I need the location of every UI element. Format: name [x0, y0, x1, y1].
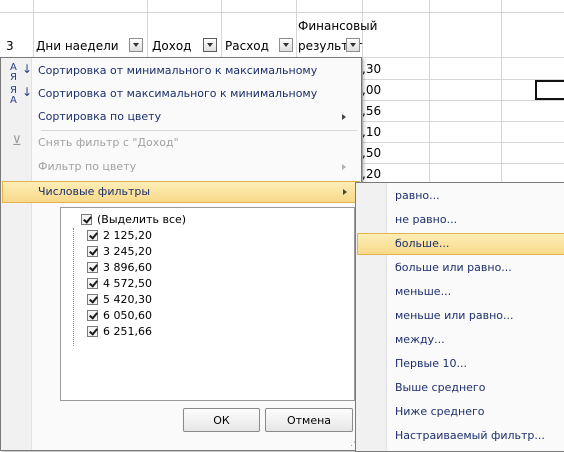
submenu-label: между...: [395, 333, 445, 346]
arrow-down-icon: ↓: [22, 85, 33, 99]
cell-value[interactable]: ,20: [362, 166, 381, 180]
menu-label: Сортировка по цвету: [38, 110, 162, 123]
grid-line: [33, 0, 34, 57]
grid-line: [360, 79, 564, 80]
checkbox-checked[interactable]: [81, 214, 92, 225]
submenu-item-between[interactable]: между...: [357, 329, 563, 351]
cell-value[interactable]: ,56: [362, 103, 381, 119]
checklist-label: 3 245,20: [103, 245, 152, 258]
values-checklist: (Выделить все) 2 125,20 3 245,20 3 896,6…: [60, 207, 355, 401]
grid-line: [360, 163, 564, 164]
submenu-arrow-icon: [342, 114, 346, 120]
cancel-button[interactable]: Отмена: [265, 408, 353, 432]
checklist-label: 5 420,30: [103, 293, 152, 306]
submenu-label: Первые 10...: [395, 357, 467, 370]
sort-descending-icon: ЯА: [10, 85, 17, 106]
submenu-item-greater-or-equal[interactable]: больше или равно...: [357, 257, 563, 279]
checkbox-checked[interactable]: [87, 246, 98, 257]
ok-button[interactable]: ОК: [183, 408, 260, 432]
submenu-label: Ниже среднего: [395, 405, 485, 418]
arrow-down-icon: ↓: [22, 62, 33, 76]
submenu-label: меньше...: [395, 285, 452, 298]
checkbox-checked[interactable]: [87, 310, 98, 321]
menu-sort-descending[interactable]: ЯА ↓ Сортировка от максимального к миним…: [2, 83, 358, 106]
submenu-arrow-icon: [342, 164, 346, 170]
submenu-label: больше или равно...: [395, 261, 512, 274]
submenu-label: Настраиваемый фильтр...: [395, 429, 545, 442]
checkbox-checked[interactable]: [87, 262, 98, 273]
submenu-label: равно...: [395, 189, 440, 202]
submenu-item-less-or-equal[interactable]: меньше или равно...: [357, 305, 563, 327]
header-days: Дни наедели: [36, 39, 119, 53]
header-expense: Расход: [225, 39, 269, 53]
menu-clear-filter[interactable]: ⊻ Снять фильтр с "Доход": [2, 132, 358, 154]
menu-sort-by-color[interactable]: Сортировка по цвету: [2, 106, 358, 128]
filter-dropdown-income[interactable]: [203, 38, 217, 52]
grid-line: [0, 12, 564, 13]
submenu-item-top-10[interactable]: Первые 10...: [357, 353, 563, 375]
header-result-line1: Финансовый: [298, 19, 378, 33]
grid-line: [501, 0, 502, 182]
sort-ascending-icon: АЯ: [10, 62, 17, 83]
grid-line: [429, 0, 430, 182]
checklist-label: 6 251,66: [103, 325, 152, 338]
submenu-item-not-equals[interactable]: не равно...: [357, 209, 563, 231]
checkbox-checked[interactable]: [87, 294, 98, 305]
menu-filter-by-color[interactable]: Фильтр по цвету: [2, 156, 358, 178]
cell-value[interactable]: ,50: [362, 145, 381, 161]
submenu-label: меньше или равно...: [395, 309, 514, 322]
submenu-item-less[interactable]: меньше...: [357, 281, 563, 303]
menu-sort-ascending[interactable]: АЯ ↓ Сортировка от минимального к максим…: [2, 60, 358, 83]
grid-line: [147, 0, 148, 57]
filter-dropdown-result[interactable]: [346, 38, 360, 52]
menu-separator: [41, 130, 357, 131]
menu-label: Сортировка от минимального к максимально…: [38, 64, 318, 77]
submenu-item-equals[interactable]: равно...: [357, 185, 563, 207]
menu-label: Сортировка от максимального к минимально…: [38, 87, 318, 100]
grid-line: [360, 100, 564, 101]
submenu-item-above-average[interactable]: Выше среднего: [357, 377, 563, 399]
submenu-item-below-average[interactable]: Ниже среднего: [357, 401, 563, 423]
cell-value[interactable]: ,10: [362, 124, 381, 140]
checklist-label: 4 572,50: [103, 277, 152, 290]
menu-number-filters[interactable]: Числовые фильтры: [2, 181, 360, 203]
cell-value[interactable]: ,30: [362, 61, 381, 77]
submenu-arrow-icon: [343, 189, 347, 195]
checkbox-checked[interactable]: [87, 278, 98, 289]
clear-filter-icon: ⊻: [12, 134, 22, 149]
filter-dropdown-expense[interactable]: [279, 38, 293, 52]
checklist-label: 3 896,60: [103, 261, 152, 274]
submenu-label: Выше среднего: [395, 381, 486, 394]
checklist-label: (Выделить все): [97, 213, 187, 226]
submenu-label: больше...: [395, 237, 450, 250]
checkbox-checked[interactable]: [87, 230, 98, 241]
tree-line: [73, 228, 75, 346]
checklist-label: 2 125,20: [103, 229, 152, 242]
submenu-label: не равно...: [395, 213, 458, 226]
row-number: 3: [6, 39, 14, 53]
grid-line: [360, 142, 564, 143]
grid-line: [221, 0, 222, 57]
checklist-label: 6 050,60: [103, 309, 152, 322]
cell-value[interactable]: ,00: [362, 82, 381, 98]
selected-cell[interactable]: [535, 80, 564, 100]
checkbox-checked[interactable]: [87, 326, 98, 337]
grid-line: [360, 121, 564, 122]
number-filters-submenu: равно... не равно... больше... больше ил…: [355, 182, 564, 452]
filter-dropdown-days[interactable]: [129, 38, 143, 52]
menu-label: Фильтр по цвету: [38, 160, 137, 173]
menu-label: Снять фильтр с "Доход": [38, 136, 179, 149]
menu-label: Числовые фильтры: [38, 185, 151, 198]
header-income: Доход: [152, 39, 192, 53]
submenu-item-custom-filter[interactable]: Настраиваемый фильтр...: [357, 425, 563, 447]
submenu-item-greater[interactable]: больше...: [357, 233, 564, 255]
grid-line: [296, 0, 297, 57]
